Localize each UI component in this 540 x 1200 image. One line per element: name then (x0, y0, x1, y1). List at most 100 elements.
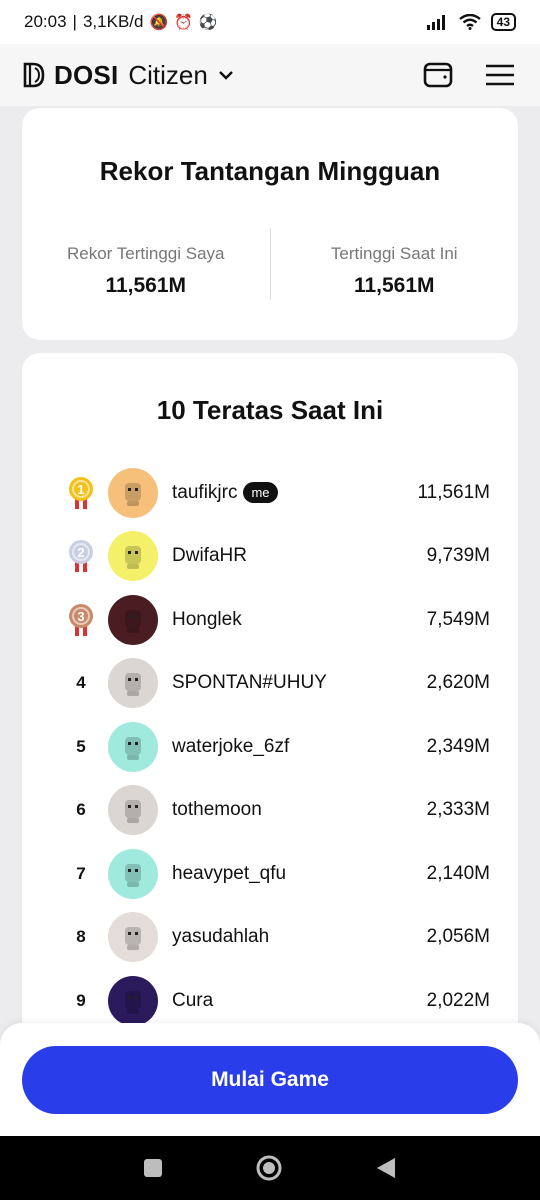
avatar (108, 467, 158, 518)
username: tothemoon (172, 799, 427, 821)
wallet-icon (423, 62, 453, 88)
avatar-figure-icon (125, 736, 141, 760)
my-best-stat: Rekor Tertinggi Saya 11,561M (22, 228, 270, 300)
my-best-value: 11,561M (105, 274, 187, 297)
alarm-icon: ⏰ (174, 14, 193, 31)
username: Honglek (172, 609, 427, 631)
brand-sub: Citizen (128, 59, 208, 90)
current-top-label: Tertinggi Saat Ini (330, 244, 458, 263)
recents-icon[interactable] (143, 1158, 163, 1178)
battery-indicator: 43 (490, 13, 516, 31)
menu-icon (486, 64, 514, 86)
username-text: SPONTAN#UHUY (172, 672, 327, 694)
avatar-figure-icon (125, 990, 141, 1014)
bottom-panel: Mulai Game (0, 1023, 540, 1136)
rank-number: 9 (76, 990, 86, 1010)
username-text: DwifaHR (172, 545, 247, 567)
username-text: tothemoon (172, 799, 262, 821)
mute-icon: 🔕 (149, 14, 169, 31)
leaderboard-row[interactable]: 6 tothemoon 2,333M (22, 779, 518, 843)
avatar-figure-icon (125, 482, 141, 506)
medal-icon: 3 (69, 603, 93, 636)
avatar-figure-icon (125, 673, 141, 697)
brand-switcher[interactable]: DOSI Citizen (22, 60, 394, 91)
score: 2,333M (426, 799, 490, 821)
record-stats: Rekor Tertinggi Saya 11,561M Tertinggi S… (22, 228, 518, 300)
score: 2,620M (426, 672, 490, 694)
score: 9,739M (426, 545, 490, 567)
avatar-figure-icon (125, 546, 141, 570)
football-icon: ⚽ (198, 14, 218, 31)
avatar (108, 975, 158, 1026)
avatar-figure-icon (125, 800, 141, 824)
leaderboard-row[interactable]: 7 heavypet_qfu 2,140M (22, 842, 518, 906)
rank-medal: 3 (54, 602, 108, 638)
rank-number: 6 (76, 800, 86, 820)
username-text: waterjoke_6zf (172, 735, 290, 757)
score: 2,056M (426, 926, 490, 948)
rank-number: 8 (76, 927, 86, 947)
wifi-icon (458, 14, 481, 30)
top10-card: 10 Teratas Saat Ini 1 taufikjrc me 11,561M 2… (22, 353, 518, 1136)
username: SPONTAN#UHUY (172, 672, 427, 694)
rank-medal: 1 (54, 475, 108, 511)
medal-icon: 1 (69, 476, 93, 509)
weekly-record-card: Rekor Tantangan Mingguan Rekor Tertinggi… (22, 108, 518, 340)
medal-rank-number: 3 (77, 609, 84, 624)
score: 2,140M (426, 862, 490, 884)
avatar (108, 658, 158, 709)
avatar-figure-icon (125, 927, 141, 951)
my-best-label: Rekor Tertinggi Saya (67, 244, 225, 263)
me-badge: me (243, 482, 278, 504)
back-icon[interactable] (375, 1156, 397, 1180)
start-game-button[interactable]: Mulai Game (22, 1046, 518, 1114)
score: 11,561M (417, 481, 490, 503)
leaderboard-row[interactable]: 5 waterjoke_6zf 2,349M (22, 715, 518, 779)
medal-icon: 2 (69, 540, 93, 573)
current-top-value: 11,561M (353, 274, 435, 297)
rank-number: 5 (76, 736, 86, 756)
brand-name: DOSI (54, 59, 119, 90)
username: taufikjrc me (172, 482, 417, 504)
username: DwifaHR (172, 545, 427, 567)
menu-button[interactable] (482, 57, 518, 93)
leaderboard-row[interactable]: 1 taufikjrc me 11,561M (22, 461, 518, 525)
username: yasudahlah (172, 926, 427, 948)
wallet-button[interactable] (420, 57, 456, 93)
score: 2,022M (426, 989, 490, 1011)
username-text: taufikjrc (172, 481, 238, 503)
home-icon[interactable] (255, 1154, 283, 1182)
username-text: Cura (172, 989, 214, 1011)
rank-number: 7 (76, 863, 86, 883)
leaderboard-row[interactable]: 8 yasudahlah 2,056M (22, 906, 518, 970)
avatar (108, 912, 158, 963)
avatar (108, 848, 158, 899)
username-text: heavypet_qfu (172, 862, 287, 884)
username: Cura (172, 990, 427, 1012)
clock: 20:03 (24, 12, 67, 31)
username: heavypet_qfu (172, 863, 427, 885)
avatar (108, 531, 158, 582)
record-title: Rekor Tantangan Mingguan (99, 156, 441, 186)
leaderboard-row[interactable]: 3 Honglek 7,549M (22, 588, 518, 652)
score: 7,549M (426, 608, 490, 630)
leaderboard-row[interactable]: 2 DwifaHR 9,739M (22, 525, 518, 589)
avatar-figure-icon (125, 863, 141, 887)
scroll-content[interactable]: Rekor Tantangan Mingguan Rekor Tertinggi… (0, 106, 540, 1136)
chevron-down-icon (219, 71, 233, 80)
top10-title: 10 Teratas Saat Ini (156, 395, 384, 425)
signal-icon (426, 15, 445, 30)
leaderboard-row[interactable]: 4 SPONTAN#UHUY 2,620M (22, 652, 518, 716)
username: waterjoke_6zf (172, 736, 427, 758)
app-header: DOSI Citizen (0, 44, 540, 106)
avatar (108, 721, 158, 772)
leaderboard-list: 1 taufikjrc me 11,561M 2 DwifaHR 9,739M 3 Hongle… (22, 461, 518, 1033)
network-speed: 3,1KB/d (82, 12, 144, 31)
medal-rank-number: 1 (77, 482, 84, 497)
avatar (108, 785, 158, 836)
rank-number: 4 (76, 673, 86, 693)
system-nav-bar (0, 1136, 540, 1200)
status-bar: 20:03 | 3,1KB/d 🔕 ⏰ ⚽ 43 (0, 0, 540, 44)
medal-rank-number: 2 (77, 545, 84, 560)
score: 2,349M (426, 735, 490, 757)
